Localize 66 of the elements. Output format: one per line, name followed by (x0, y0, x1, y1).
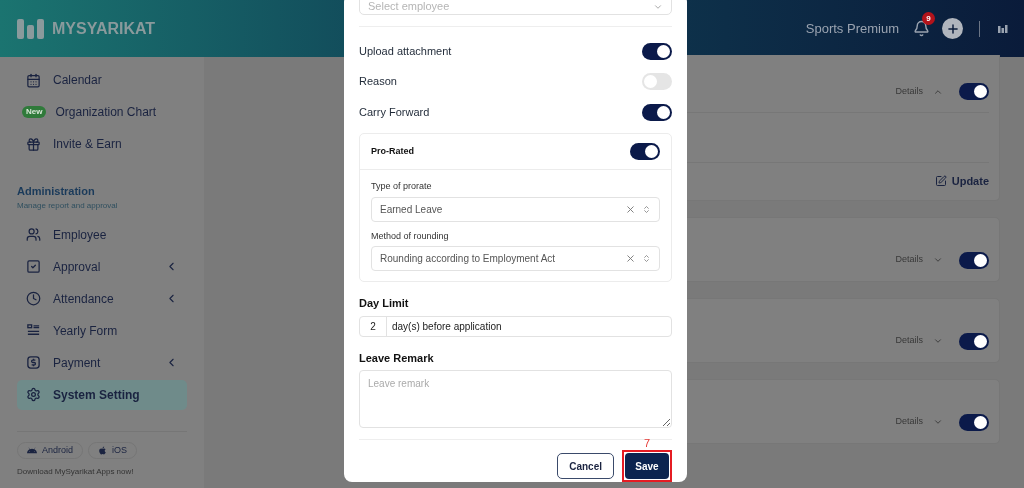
setting-label: Upload attachment (359, 43, 452, 59)
settings-icon (26, 387, 41, 402)
sidebar-item[interactable]: Employee (17, 219, 187, 250)
toggle-switch[interactable] (630, 143, 660, 161)
sidebar-item[interactable]: Payment (17, 347, 187, 378)
clear-icon[interactable] (625, 253, 636, 265)
sidebar-item[interactable]: Invite & Earn (17, 128, 187, 160)
download-text: Download MySyarikat Apps now! (17, 466, 135, 478)
remark-textarea[interactable]: Leave remark (359, 370, 672, 428)
toggle-switch[interactable] (642, 42, 672, 60)
sidebar-item[interactable]: Calendar (17, 64, 187, 96)
sidebar-item[interactable]: Yearly Form (17, 315, 187, 346)
clear-icon[interactable] (625, 203, 636, 215)
toggle-switch[interactable] (959, 413, 989, 431)
section-subtitle: Manage report and approval (17, 199, 119, 212)
gift-icon (26, 136, 41, 152)
field-label: Method of rounding (371, 229, 450, 243)
edit-icon (934, 175, 947, 188)
clock-icon (26, 291, 41, 306)
select-field[interactable]: Rounding according to Employment Act (371, 246, 660, 272)
employee-select[interactable]: Select employee (359, 0, 672, 15)
details-toggle[interactable]: Details (895, 84, 923, 99)
field-label: Leave Remark (359, 350, 435, 366)
chevrons-icon[interactable] (642, 254, 651, 264)
sidebar-item[interactable]: New Organization Chart (17, 96, 187, 128)
setting-label: Carry Forward (359, 104, 430, 120)
brand-name: MYSYARIKAT (52, 18, 156, 39)
dollar-icon (26, 355, 41, 370)
toggle-switch[interactable] (959, 332, 989, 350)
toggle-switch[interactable] (642, 103, 672, 121)
select-field[interactable]: Earned Leave (371, 196, 660, 222)
company-name: Sports Premium (805, 19, 899, 38)
users-icon (26, 227, 41, 242)
sidebar-item[interactable]: Approval (17, 251, 187, 282)
details-toggle[interactable]: Details (895, 334, 923, 348)
chevrons-icon[interactable] (642, 204, 651, 214)
details-toggle[interactable]: Details (895, 253, 923, 267)
prorated-label: Pro-Rated (371, 145, 414, 159)
step-number: 7 (643, 435, 651, 450)
day-limit-input[interactable]: 2 (360, 316, 387, 336)
toggle-switch[interactable] (959, 83, 989, 100)
android-icon (27, 445, 37, 456)
sidebar-item[interactable]: Attendance (17, 283, 187, 314)
notification-count: 9 (922, 12, 935, 25)
new-badge: New (22, 106, 47, 118)
add-button[interactable] (942, 18, 963, 39)
save-button[interactable]: Save (625, 453, 669, 479)
toggle-switch[interactable] (959, 251, 989, 269)
details-toggle[interactable]: Details (895, 415, 923, 429)
day-limit-suffix: day(s) before application (391, 319, 503, 334)
toggle-switch[interactable] (642, 73, 672, 91)
logo-icon (17, 16, 45, 41)
checkbox-icon (26, 259, 41, 274)
form-icon (26, 323, 41, 338)
section-title: Administration (17, 184, 96, 199)
notification-icon[interactable] (913, 20, 930, 37)
setting-label: Reason (359, 74, 397, 90)
update-button[interactable]: Update (934, 173, 989, 190)
sidebar-item[interactable]: System Setting (17, 379, 187, 410)
calendar-icon (26, 72, 41, 88)
logo-icon[interactable] (998, 24, 1008, 33)
apple-icon (98, 446, 108, 455)
cancel-button[interactable]: Cancel (557, 453, 614, 479)
field-label: Day Limit (359, 296, 410, 312)
plus-icon (945, 21, 960, 36)
field-label: Type of prorate (371, 180, 433, 194)
